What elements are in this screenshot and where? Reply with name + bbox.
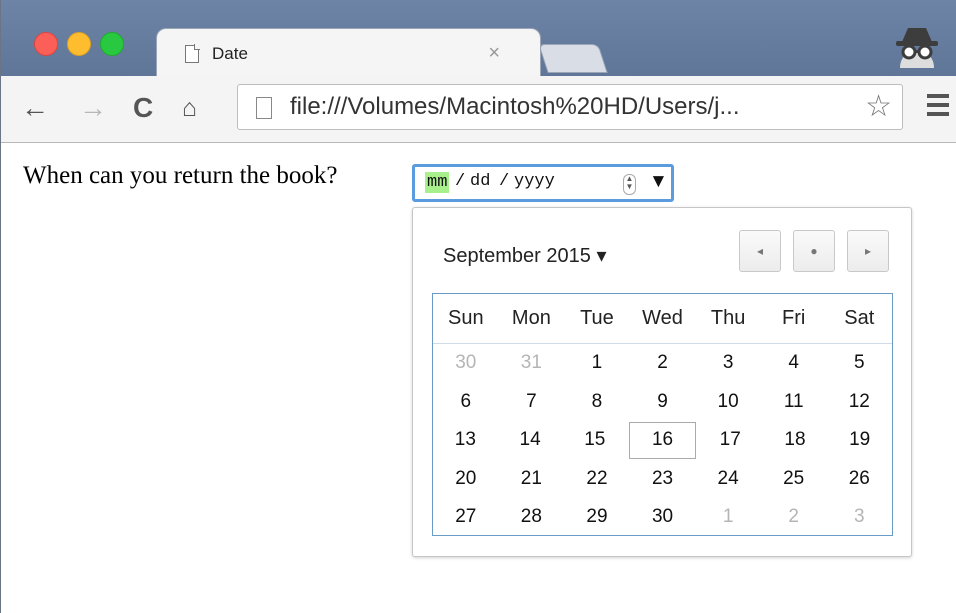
calendar-day[interactable]: 2	[630, 344, 696, 383]
calendar-day[interactable]: 23	[630, 460, 696, 499]
weekday-label: Fri	[782, 307, 806, 329]
weekday-header: Sun Mon Tue Wed Thu Fri Sat	[433, 294, 892, 344]
spin-button[interactable]: ▲ ▼	[623, 174, 636, 195]
back-button[interactable]: ←	[21, 90, 49, 126]
calendar-day[interactable]: 8	[564, 383, 630, 422]
page-content: When can you return the book? mm / dd / …	[1, 143, 956, 613]
calendar-day[interactable]: 20	[433, 460, 499, 499]
calendar-day[interactable]: 29	[564, 498, 630, 537]
calendar-day[interactable]: 10	[695, 383, 761, 422]
forward-button[interactable]: →	[79, 90, 107, 126]
calendar-day[interactable]: 17	[698, 421, 763, 460]
calendar-grid: Sun Mon Tue Wed Thu Fri Sat 30 31 1 2 3 …	[432, 293, 893, 536]
reload-button[interactable]: C	[133, 90, 153, 126]
calendar-day[interactable]: 3	[695, 344, 761, 383]
calendar-day[interactable]: 15	[562, 421, 627, 460]
month-year-selector[interactable]: September 2015 ▾	[443, 243, 606, 268]
calendar-day[interactable]: 24	[695, 460, 761, 499]
calendar-day[interactable]: 12	[826, 383, 892, 422]
calendar-day[interactable]: 14	[498, 421, 563, 460]
calendar-week: 20 21 22 23 24 25 26	[433, 460, 892, 499]
calendar-week: 13 14 15 16 17 18 19	[433, 421, 892, 460]
date-input[interactable]: mm / dd / yyyy ▲ ▼ ▼	[412, 164, 674, 202]
incognito-icon	[896, 28, 938, 68]
calendar-day[interactable]: 27	[433, 498, 499, 537]
calendar-day[interactable]: 13	[433, 421, 498, 460]
calendar-day[interactable]: 1	[695, 498, 761, 537]
title-bar: Date ×	[1, 0, 956, 78]
calendar-day[interactable]: 18	[763, 421, 828, 460]
calendar-day[interactable]: 7	[499, 383, 565, 422]
weekday-label: Wed	[642, 307, 683, 329]
spin-down-icon[interactable]: ▼	[624, 183, 635, 191]
browser-window: Date × ← → C ⌂ file:///Volumes/Macintosh…	[0, 0, 956, 613]
month-field[interactable]: mm	[425, 172, 450, 193]
menu-icon[interactable]	[927, 94, 949, 121]
question-label: When can you return the book?	[23, 162, 338, 189]
page-info-icon[interactable]	[256, 97, 272, 119]
next-month-button[interactable]: ▸	[847, 230, 889, 272]
calendar-day[interactable]: 30	[630, 498, 696, 537]
date-separator: /	[499, 172, 510, 191]
document-icon	[185, 44, 200, 63]
address-bar[interactable]: file:///Volumes/Macintosh%20HD/Users/j..…	[237, 84, 903, 130]
home-button[interactable]: ⌂	[182, 90, 197, 126]
previous-month-button[interactable]: ◂	[739, 230, 781, 272]
date-separator: /	[455, 172, 466, 191]
calendar-day[interactable]: 31	[499, 344, 565, 383]
bookmark-star-icon[interactable]: ☆	[865, 90, 892, 124]
close-window-button[interactable]	[34, 32, 58, 56]
browser-toolbar: ← → C ⌂ file:///Volumes/Macintosh%20HD/U…	[1, 76, 956, 143]
calendar-popup: September 2015 ▾ ◂ ● ▸ Sun Mon Tue Wed T…	[412, 207, 912, 557]
weekday-label: Sun	[447, 307, 484, 329]
calendar-day[interactable]: 19	[827, 421, 892, 460]
calendar-day[interactable]: 21	[499, 460, 565, 499]
tab-close-icon[interactable]: ×	[488, 42, 500, 65]
calendar-week: 27 28 29 30 1 2 3	[433, 498, 892, 537]
weekday-label: Mon	[511, 307, 551, 329]
calendar-day[interactable]: 2	[761, 498, 827, 537]
calendar-day[interactable]: 11	[761, 383, 827, 422]
minimize-window-button[interactable]	[67, 32, 91, 56]
weekday-label: Tue	[580, 307, 614, 329]
calendar-day[interactable]: 26	[826, 460, 892, 499]
year-field[interactable]: yyyy	[514, 172, 555, 191]
calendar-day[interactable]: 3	[826, 498, 892, 537]
calendar-day[interactable]: 4	[761, 344, 827, 383]
tab-date[interactable]: Date ×	[156, 28, 541, 78]
calendar-week: 6 7 8 9 10 11 12	[433, 383, 892, 422]
today-button[interactable]: ●	[793, 230, 835, 272]
calendar-day[interactable]: 28	[499, 498, 565, 537]
day-field[interactable]: dd	[470, 172, 490, 191]
calendar-week: 30 31 1 2 3 4 5	[433, 344, 892, 383]
url-text[interactable]: file:///Volumes/Macintosh%20HD/Users/j..…	[290, 93, 740, 121]
calendar-day[interactable]: 1	[564, 344, 630, 383]
calendar-day[interactable]: 30	[433, 344, 499, 383]
calendar-day-today[interactable]: 16	[629, 422, 696, 459]
calendar-day[interactable]: 6	[433, 383, 499, 422]
zoom-window-button[interactable]	[100, 32, 124, 56]
weekday-label: Thu	[710, 307, 746, 329]
calendar-day[interactable]: 25	[761, 460, 827, 499]
tab-title: Date	[212, 44, 248, 63]
calendar-day[interactable]: 9	[630, 383, 696, 422]
calendar-dropdown-icon[interactable]: ▼	[649, 171, 668, 193]
weekday-label: Sat	[844, 307, 875, 329]
calendar-day[interactable]: 22	[564, 460, 630, 499]
calendar-day[interactable]: 5	[826, 344, 892, 383]
new-tab-button[interactable]	[538, 44, 608, 73]
